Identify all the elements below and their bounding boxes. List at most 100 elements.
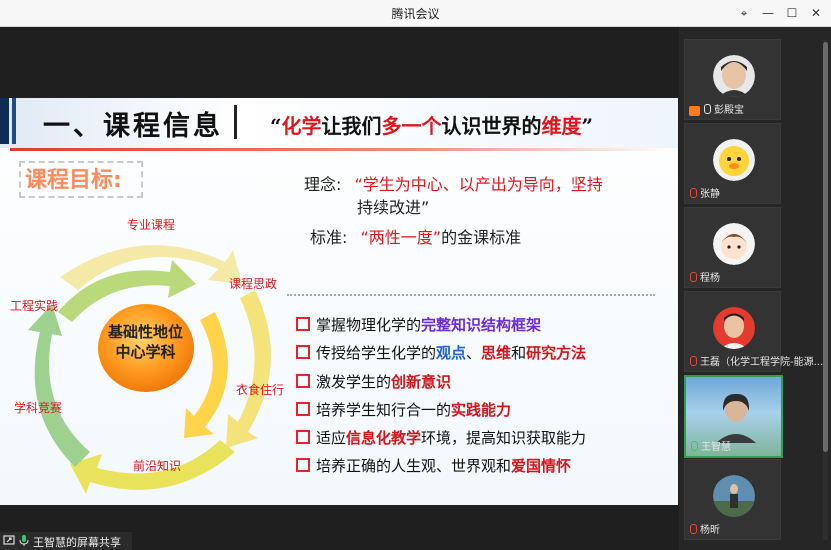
participant-name-text: 程杨 [700,273,720,284]
heading-divider [234,105,237,139]
goal-item-text: 培养学生知行合一的 [316,401,452,419]
host-icon [689,106,700,116]
goal-item-emphasis: 创新意识 [391,373,452,391]
motto-part-2: 让我们 [321,114,382,138]
goal-item-emphasis: 实践能力 [451,401,512,419]
motto-part-3: 多一个 [381,114,442,138]
participant-name-text: 王磊（化学工程学院-能源... [700,357,824,368]
participant-tile[interactable]: 程杨 [684,207,781,288]
slide-motto: “化学让我们多一个认识世界的维度” [270,110,593,139]
slide-heading: 一、课程信息 [43,111,223,142]
goal-item-text: 和 [511,344,527,362]
header-accent-bar-thin [12,98,16,144]
participant-name-text: 王智慧 [701,442,731,453]
motto-part-4: 认识世界的 [441,114,542,138]
microphone-muted-icon [690,356,697,366]
participant-name-text: 张静 [700,189,720,200]
goal-item-6: 培养正确的人生观、世界观和爱国情怀 [296,455,571,476]
arrow-swirl-inner2 [184,312,228,438]
checkbox-square-icon [296,317,310,331]
participant-name: 彭殿宝 [704,101,744,116]
goal-label: 课程目标: [25,168,122,193]
screen-share-label: 王智慧的屏幕共享 [33,536,121,549]
avatar [713,139,755,181]
goal-item-text: 、 [466,344,482,362]
title-bar: 腾讯会议 ⌖ — ☐ ✕ [0,0,831,27]
close-button[interactable]: ✕ [805,2,827,24]
center-line-2: 中心学科 [115,343,176,361]
diagram-label-daily-life: 衣食住行 [236,383,285,397]
participants-scrollbar-thumb[interactable] [823,42,828,452]
checkbox-square-icon [296,458,310,472]
header-red-underline [10,148,674,151]
checkbox-square-icon [296,402,310,416]
participants-panel: 彭殿宝 张静 程杨 王磊（化学工程学院-能源... 王智慧 杨昕 [679,27,831,550]
goal-item-2: 传授给学生化学的观点、思维和研究方法 [296,342,586,363]
center-line-1: 基础性地位 [108,323,184,341]
dotted-separator [287,294,655,296]
microphone-muted-icon [690,524,697,534]
goal-item-text: 掌握物理化学的 [316,316,422,334]
motto-part-1: 化学 [281,114,322,138]
standard-row: 标准: “两性一度”的金课标准 [310,224,521,248]
diagram-center-text: 基础性地位 中心学科 [108,322,183,362]
microphone-muted-icon [690,188,697,198]
standard-value: “两性一度” [360,228,442,247]
motto-quote-close: ” [581,114,594,138]
participant-name-text: 杨昕 [700,525,720,536]
diagram-label-competition: 学科竞赛 [14,401,63,415]
checkbox-square-icon [296,345,310,359]
checkbox-square-icon [296,374,310,388]
shared-screen-area: 一、课程信息 “化学让我们多一个认识世界的维度” 课程目标: 基础性地位 中心学… [0,27,678,550]
concept-text-line2: 持续改进” [357,198,430,217]
motto-part-5: 维度 [541,114,582,138]
goal-item-text: 培养正确的人生观、世界观和 [316,457,512,475]
minimize-button[interactable]: — [757,2,779,24]
goal-item-text: 传授给学生化学的 [316,344,437,362]
participant-name: 程杨 [690,269,720,284]
participant-tile-active[interactable]: 王智慧 [684,375,783,458]
microphone-muted-icon [690,272,697,282]
participant-tile[interactable]: 杨昕 [684,459,781,540]
arrow-swirl-left [28,304,90,467]
avatar [713,307,755,349]
goal-item-text: 激发学生的 [316,373,392,391]
concept-text-line1: “学生为中心、以产出为导向，坚持 [354,175,603,194]
goal-item-text: 适应 [316,429,347,447]
participant-name: 张静 [690,185,720,200]
concept-label: 理念: [304,175,342,194]
microphone-icon [704,104,711,114]
screen-share-indicator[interactable]: 王智慧的屏幕共享 [0,532,132,550]
pin-icon[interactable]: ⌖ [733,2,755,24]
presentation-slide: 一、课程信息 “化学让我们多一个认识世界的维度” 课程目标: 基础性地位 中心学… [0,98,678,505]
goal-item-4: 培养学生知行合一的实践能力 [296,399,511,420]
checkbox-square-icon [296,430,310,444]
goal-item-emphasis: 完整知识结构框架 [421,316,542,334]
microphone-icon [19,535,29,546]
standard-suffix: 的金课标准 [441,228,522,247]
header-accent-bar [0,98,9,144]
participant-name-text: 彭殿宝 [714,105,744,116]
participant-video [716,393,756,443]
microphone-icon [691,441,698,451]
avatar [713,55,755,97]
maximize-button[interactable]: ☐ [781,2,803,24]
goal-item-5: 适应信息化教学环境，提高知识获取能力 [296,427,586,448]
participant-name: 王智慧 [691,438,731,453]
participant-tile[interactable]: 彭殿宝 [684,39,781,120]
participant-tile[interactable]: 王磊（化学工程学院-能源... [684,291,823,372]
participant-name: 王磊（化学工程学院-能源... [690,353,823,368]
diagram-label-ideology: 课程思政 [229,277,278,291]
goal-item-emphasis: 爱国情怀 [511,457,572,475]
participant-name: 杨昕 [690,521,720,536]
goal-item-1: 掌握物理化学的完整知识结构框架 [296,314,541,335]
goal-item-3: 激发学生的创新意识 [296,371,451,392]
participant-tile[interactable]: 张静 [684,123,781,204]
goal-item-emphasis: 观点 [436,344,467,362]
concept-row: 理念: “学生为中心、以产出为导向，坚持 [304,171,603,195]
goal-item-text: 环境，提高知识获取能力 [421,429,587,447]
goal-item-emphasis: 研究方法 [526,344,587,362]
standard-label: 标准: [310,228,348,247]
goal-item-emphasis: 信息化教学 [346,429,422,447]
avatar [713,475,755,517]
